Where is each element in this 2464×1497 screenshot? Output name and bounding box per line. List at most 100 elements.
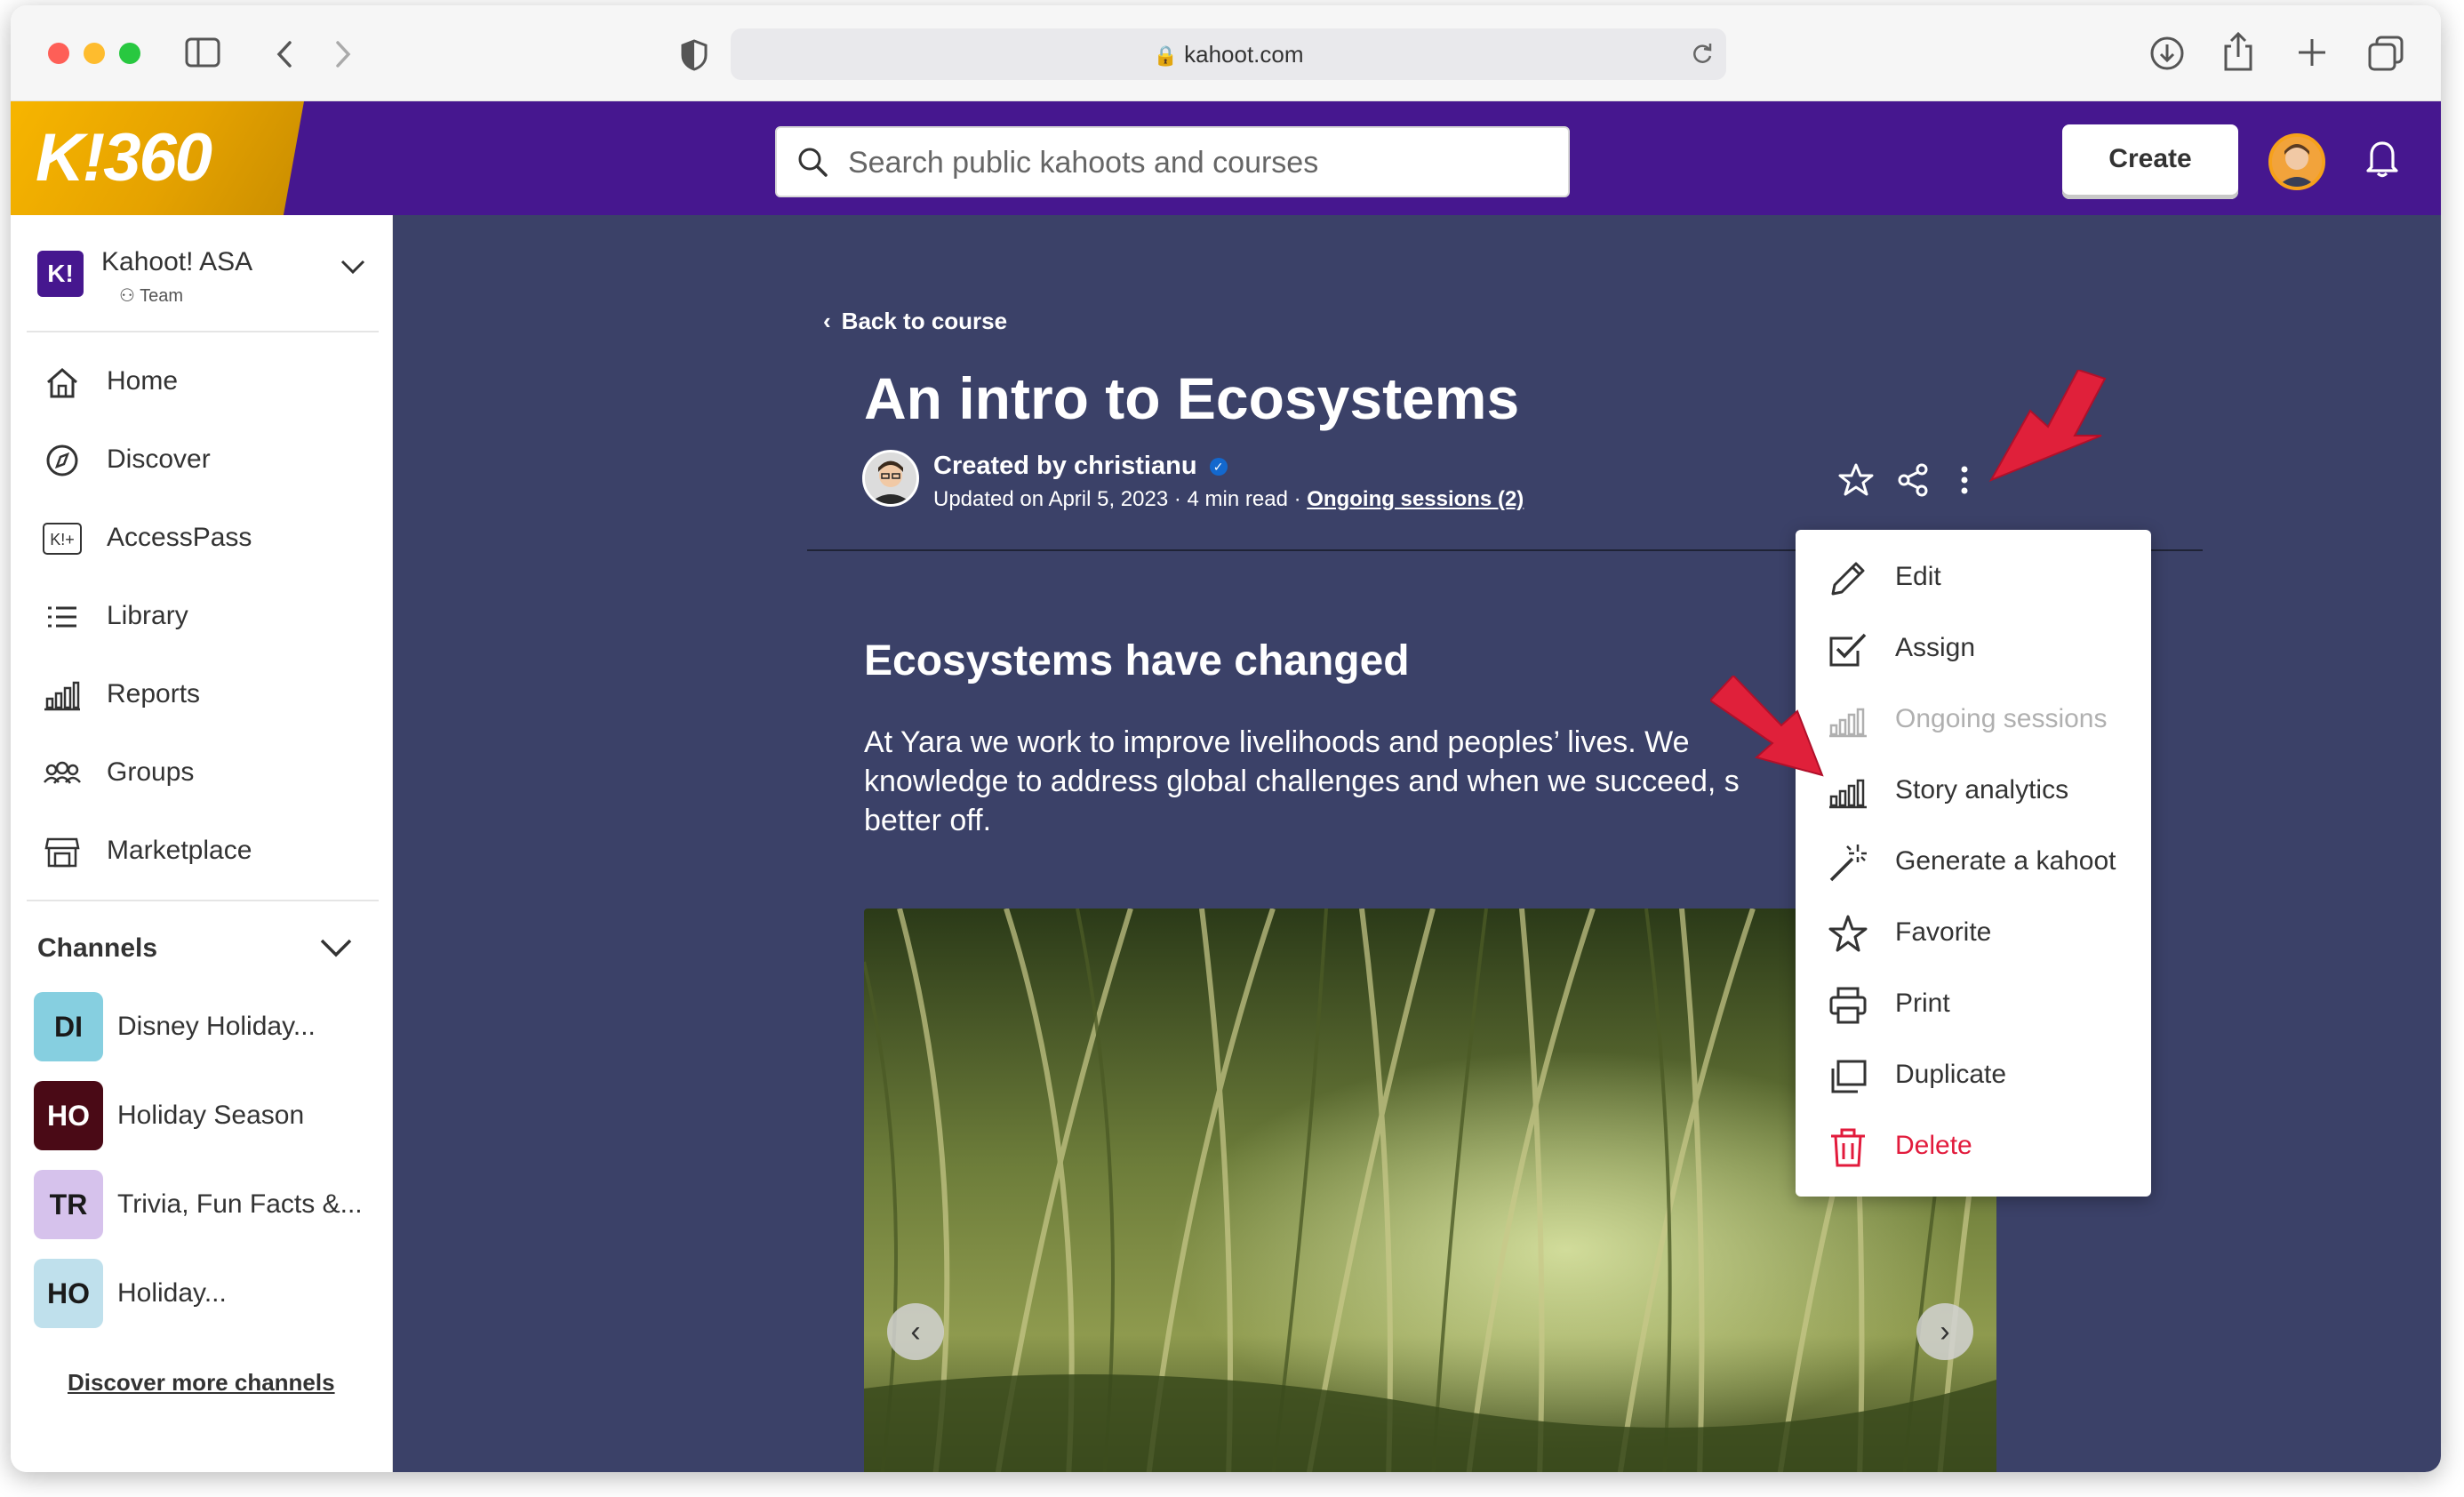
channel-badge: TR [34,1170,103,1239]
chevron-left-icon: ‹ [910,1315,921,1349]
search-input[interactable]: Search public kahoots and courses [775,126,1570,197]
url-label: kahoot.com [1184,41,1304,68]
channel-item[interactable]: HO Holiday Season [34,1081,380,1152]
magic-wand-icon [1829,845,1867,882]
org-type-label: Team [140,286,184,306]
menu-item-label: Edit [1895,562,1941,591]
browser-window: 🔒 kahoot.com K!360 Search public kahoots… [11,5,2441,1472]
sidebar-item-discover[interactable]: Discover [43,434,380,487]
home-icon [47,368,77,398]
kahoot-360-logo[interactable]: K!360 [11,101,304,215]
compass-icon [46,444,78,476]
printer-icon [1829,987,1867,1024]
menu-item-edit[interactable]: Edit [1796,542,2151,613]
paragraph-line: knowledge to address global challenges a… [864,765,1740,798]
menu-item-favorite[interactable]: Favorite [1796,898,2151,969]
sidebar-item-home[interactable]: Home [43,356,380,409]
address-bar[interactable]: 🔒 kahoot.com [731,28,1726,80]
menu-item-print[interactable]: Print [1796,969,2151,1040]
page-title: An intro to Ecosystems [864,365,1520,431]
author-name[interactable]: Created by christianu [933,452,1197,480]
menu-item-label: Favorite [1895,917,1992,947]
menu-item-story-analytics[interactable]: Story analytics [1796,756,2151,827]
discover-more-channels-link[interactable]: Discover more channels [68,1369,335,1397]
org-name: Kahoot! ASA [101,247,253,276]
chevron-left-icon: ‹ [823,308,831,334]
menu-item-duplicate[interactable]: Duplicate [1796,1040,2151,1111]
chevron-down-icon[interactable] [318,937,354,960]
carousel-next-button[interactable]: › [1916,1303,1973,1360]
notifications-bell-icon[interactable] [2364,139,2400,178]
more-options-icon[interactable] [1956,462,1973,498]
org-logo: K! [37,251,84,297]
sidebar-toggle-icon[interactable] [185,37,220,68]
create-button[interactable]: Create [2062,124,2238,199]
share-icon[interactable] [2222,32,2254,71]
sidebar-item-accesspass[interactable]: K!+ AccessPass [43,512,380,565]
channel-label: Holiday Season [117,1101,305,1130]
menu-item-label: Delete [1895,1131,1972,1160]
channel-label: Disney Holiday... [117,1012,316,1041]
menu-item-label: Story analytics [1895,775,2069,805]
back-to-course-link[interactable]: ‹ Back to course [823,308,1007,335]
ongoing-sessions-link[interactable]: Ongoing sessions (2) [1307,487,1524,511]
verified-badge-icon: ✓ [1209,458,1228,476]
user-avatar[interactable] [2268,133,2325,190]
sidebar-item-label: Home [107,366,179,396]
browser-toolbar: 🔒 kahoot.com [11,5,2441,101]
menu-item-label: Duplicate [1895,1060,2007,1089]
annotation-arrow-menu [1988,370,2107,482]
reload-icon[interactable] [1691,43,1714,66]
channel-label: Trivia, Fun Facts &... [117,1189,363,1219]
sidebar-item-label: Marketplace [107,836,252,865]
author-avatar-image [865,452,916,504]
maximize-window-button[interactable] [119,43,140,64]
menu-item-generate-kahoot[interactable]: Generate a kahoot [1796,827,2151,898]
duplicate-icon [1831,1060,1867,1093]
carousel-prev-button[interactable]: ‹ [887,1303,944,1360]
menu-item-assign[interactable]: Assign [1796,613,2151,684]
menu-item-ongoing-sessions: Ongoing sessions [1796,684,2151,756]
tab-overview-icon[interactable] [2368,36,2404,71]
list-icon [48,606,76,628]
sidebar-divider [27,900,379,901]
channel-item[interactable]: TR Trivia, Fun Facts &... [34,1170,380,1241]
sidebar-divider [27,331,379,332]
chevron-right-icon: › [1940,1315,1950,1349]
star-icon [1828,915,1868,952]
pencil-icon [1831,562,1865,596]
sidebar-item-reports[interactable]: Reports [43,668,380,722]
minimize-window-button[interactable] [84,43,105,64]
favorite-star-icon[interactable] [1838,462,1874,498]
download-icon[interactable] [2149,36,2185,71]
channel-item[interactable]: HO Holiday... [34,1259,380,1330]
bar-chart-icon [1829,779,1867,809]
menu-item-label: Assign [1895,633,1976,662]
lock-icon: 🔒 [1153,44,1178,67]
sidebar: K! Kahoot! ASA ⚇ Team Home Discover K!+ [11,215,393,1472]
sidebar-item-groups[interactable]: Groups [43,747,380,800]
chevron-down-icon [340,260,365,275]
more-options-menu: Edit Assign Ongoing sessions Story analy… [1796,530,2151,1197]
share-icon[interactable] [1895,462,1931,498]
paragraph-line: At Yara we work to improve livelihoods a… [864,725,1690,759]
menu-item-label: Print [1895,989,1950,1018]
new-tab-icon[interactable] [2297,37,2327,68]
channel-item[interactable]: DI Disney Holiday... [34,992,380,1063]
bar-chart-icon [44,681,80,711]
organization-switcher[interactable]: K! Kahoot! ASA ⚇ Team [37,247,375,309]
shield-icon[interactable] [681,39,708,71]
menu-item-label: Ongoing sessions [1895,704,2108,733]
sidebar-item-library[interactable]: Library [43,590,380,644]
back-arrow-icon[interactable] [274,39,295,69]
menu-item-delete[interactable]: Delete [1796,1111,2151,1182]
author-avatar[interactable] [862,450,919,507]
menu-item-label: Generate a kahoot [1895,846,2116,876]
close-window-button[interactable] [48,43,69,64]
sidebar-item-marketplace[interactable]: Marketplace [43,825,380,878]
sidebar-item-label: Groups [107,757,195,787]
author-line: Created by christianu ✓ [933,452,1228,481]
forward-arrow-icon[interactable] [332,39,354,69]
app-header: K!360 Search public kahoots and courses … [11,101,2441,215]
sidebar-item-label: Library [107,601,188,630]
